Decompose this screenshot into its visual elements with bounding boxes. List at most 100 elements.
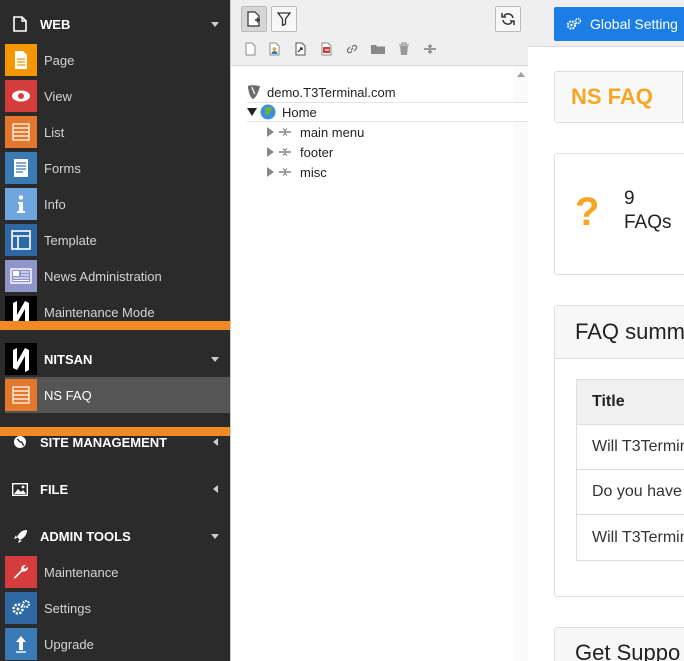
caret-down-icon (200, 21, 230, 27)
new-page-dnd-icon[interactable] (241, 40, 259, 58)
module-settings-label: Settings (44, 600, 91, 616)
group-site-management[interactable]: SITE MANAGEMENT (0, 422, 230, 462)
module-maintenance-label: Maintenance (44, 564, 119, 580)
tree-root[interactable]: demo.T3Terminal.com (247, 82, 396, 102)
faq-summary-card: FAQ summ Title Will T3Termin Do you have… (554, 305, 684, 597)
table-row[interactable]: Will T3Termin (577, 515, 684, 560)
group-admin-tools-label: ADMIN TOOLS (40, 528, 131, 544)
spacer-page-icon (278, 146, 292, 158)
expand-down-icon[interactable] (247, 102, 257, 122)
caret-left-icon (200, 485, 230, 493)
module-template[interactable]: Template (5, 222, 230, 258)
expand-right-icon[interactable] (265, 162, 275, 182)
forms-module-icon (5, 152, 37, 184)
wrench-icon (5, 556, 37, 588)
module-ns-faq[interactable]: NS FAQ (5, 377, 230, 413)
global-setting-label: Global Setting (590, 16, 678, 32)
module-upgrade[interactable]: Upgrade (5, 626, 230, 661)
group-file-label: FILE (40, 481, 69, 497)
get-support-card: Get Suppo (554, 627, 684, 661)
tree-node-home-label: Home (282, 104, 317, 120)
module-info-label: Info (44, 196, 66, 212)
caret-down-icon (200, 533, 230, 539)
module-maintenance-mode-label: Maintenance Mode (44, 304, 155, 320)
gears-icon (566, 17, 582, 31)
spacer-page-icon (278, 126, 292, 138)
faq-summary-title: FAQ summ (575, 319, 684, 344)
typo3-logo-icon (247, 84, 261, 100)
divider (682, 72, 683, 124)
file-icon (0, 16, 40, 32)
globe-icon (260, 104, 276, 120)
tree-node-footer[interactable]: footer (265, 142, 333, 162)
module-news-administration-label: News Administration (44, 268, 162, 284)
table-row[interactable]: Do you have c (577, 470, 684, 515)
list-module-icon (5, 116, 37, 148)
faq-table: Title Will T3Termin Do you have c Will T… (576, 379, 684, 561)
expand-right-icon[interactable] (265, 122, 275, 142)
doc-header: Global Setting (528, 0, 684, 47)
module-title: NS FAQ (571, 84, 653, 109)
eye-icon (5, 80, 37, 112)
faq-count-label: FAQs (624, 212, 672, 233)
module-view-label: View (44, 88, 72, 104)
module-forms[interactable]: Forms (5, 150, 230, 186)
backend-user-page-dnd-icon[interactable] (266, 40, 284, 58)
get-support-title: Get Suppo (575, 640, 681, 661)
global-setting-button[interactable]: Global Setting (554, 7, 684, 41)
module-menu: WEB Page View List Forms Info Template N… (0, 0, 230, 661)
tree-root-label: demo.T3Terminal.com (267, 84, 396, 100)
nitsan-logo-icon (5, 343, 37, 375)
module-page[interactable]: Page (5, 42, 230, 78)
module-news-administration[interactable]: News Administration (5, 258, 230, 294)
module-list[interactable]: List (5, 114, 230, 150)
module-title-card: NS FAQ (554, 71, 684, 124)
module-page-label: Page (44, 52, 75, 68)
faq-count-card: ? 9 FAQs (554, 153, 684, 275)
shortcut-page-dnd-icon[interactable] (292, 40, 310, 58)
group-web-label: WEB (40, 16, 71, 32)
tree-scrollbar[interactable] (514, 66, 528, 661)
tree-node-main-menu[interactable]: main menu (265, 122, 364, 142)
link-dnd-icon[interactable] (343, 40, 361, 58)
new-page-toggle-button[interactable] (241, 6, 267, 32)
page-tree-toolbar (231, 0, 529, 66)
tree-node-label: misc (300, 164, 327, 180)
tree-node-misc[interactable]: misc (265, 162, 327, 182)
faq-summary-header: FAQ summ (555, 306, 684, 359)
recycler-dnd-icon[interactable] (395, 40, 413, 58)
group-file[interactable]: FILE (0, 469, 230, 509)
external-link-page-dnd-icon[interactable] (318, 40, 336, 58)
expand-right-icon[interactable] (265, 142, 275, 162)
module-content: Global Setting NS FAQ ? 9 FAQs FAQ summ … (528, 0, 684, 661)
module-template-label: Template (44, 232, 97, 248)
table-row[interactable]: Will T3Termin (577, 425, 684, 470)
folder-dnd-icon[interactable] (369, 40, 387, 58)
module-settings[interactable]: Settings (5, 590, 230, 626)
tree-node-label: footer (300, 144, 334, 160)
caret-down-icon (200, 356, 230, 362)
faq-count: 9 (624, 188, 635, 209)
tree-node-home[interactable]: Home (247, 102, 529, 122)
module-info[interactable]: Info (5, 186, 230, 222)
spacer-dnd-icon[interactable] (421, 40, 439, 58)
module-maintenance-mode[interactable]: Maintenance Mode (5, 294, 230, 330)
group-web[interactable]: WEB (0, 4, 230, 44)
upgrade-arrow-icon (5, 628, 37, 660)
refresh-button[interactable] (495, 6, 521, 32)
group-admin-tools[interactable]: ADMIN TOOLS (0, 516, 230, 556)
group-nitsan-label: NITSAN (44, 351, 93, 367)
group-nitsan[interactable]: NITSAN (0, 339, 230, 379)
filter-button[interactable] (271, 6, 297, 32)
module-view[interactable]: View (5, 78, 230, 114)
group-site-management-label: SITE MANAGEMENT (40, 434, 168, 450)
page-tree-panel: demo.T3Terminal.com Home main menu foote… (230, 0, 529, 661)
newspaper-icon (5, 260, 37, 292)
module-maintenance[interactable]: Maintenance (5, 554, 230, 590)
rocket-icon (0, 529, 40, 544)
spacer-page-icon (278, 166, 292, 178)
info-icon (5, 188, 37, 220)
module-forms-label: Forms (44, 160, 81, 176)
table-header-title: Title (577, 380, 684, 425)
list-module-icon (5, 379, 37, 411)
